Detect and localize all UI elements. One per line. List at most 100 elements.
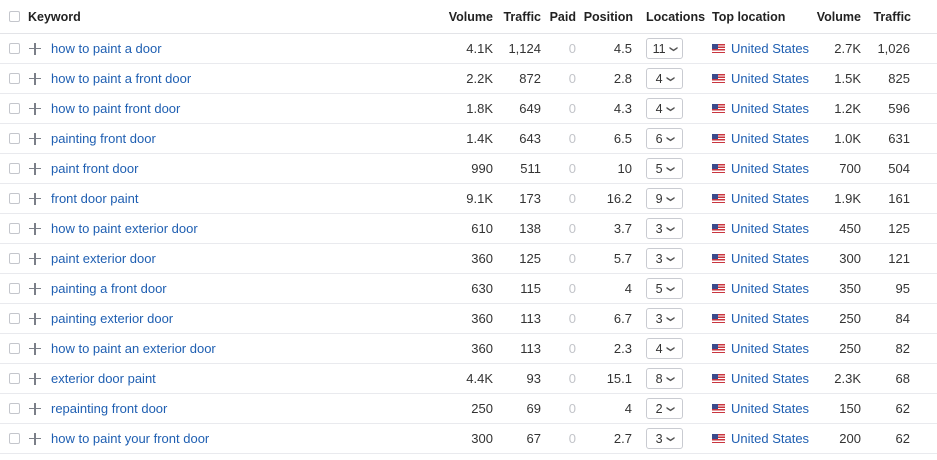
locations-count: 3	[655, 431, 663, 446]
locations-dropdown[interactable]: 4 ❯	[646, 68, 683, 89]
plus-icon[interactable]	[29, 42, 41, 55]
header-volume[interactable]: Volume	[449, 0, 493, 33]
locations-dropdown[interactable]: 5 ❯	[646, 278, 683, 299]
position-cell: 3.7	[613, 221, 632, 236]
keyword-link[interactable]: repainting front door	[51, 401, 167, 416]
us-flag-icon	[712, 254, 725, 263]
top-location-link[interactable]: United States	[731, 431, 809, 446]
keyword-link[interactable]: paint exterior door	[51, 251, 156, 266]
locations-dropdown[interactable]: 3 ❯	[646, 248, 683, 269]
chevron-down-icon: ❯	[665, 75, 675, 82]
table-row: how to paint exterior door 610 138 0 3.7…	[0, 214, 937, 244]
plus-icon[interactable]	[29, 252, 41, 265]
row-checkbox[interactable]	[9, 73, 20, 84]
row-checkbox[interactable]	[9, 403, 20, 414]
locations-dropdown[interactable]: 4 ❯	[646, 338, 683, 359]
plus-icon[interactable]	[29, 132, 41, 145]
row-checkbox[interactable]	[9, 283, 20, 294]
top-location-link[interactable]: United States	[731, 191, 809, 206]
keyword-link[interactable]: how to paint your front door	[51, 431, 209, 446]
chevron-down-icon: ❯	[665, 255, 675, 262]
top-location-link[interactable]: United States	[731, 71, 809, 86]
top-location-traffic-cell: 121	[888, 251, 910, 266]
traffic-cell: 643	[519, 131, 541, 146]
locations-dropdown[interactable]: 9 ❯	[646, 188, 683, 209]
locations-dropdown[interactable]: 4 ❯	[646, 98, 683, 119]
locations-dropdown[interactable]: 5 ❯	[646, 158, 683, 179]
plus-icon[interactable]	[29, 102, 41, 115]
row-checkbox[interactable]	[9, 343, 20, 354]
top-location-link[interactable]: United States	[731, 101, 809, 116]
top-location-cell: United States	[712, 274, 809, 303]
locations-dropdown[interactable]: 11 ❯	[646, 38, 683, 59]
row-checkbox[interactable]	[9, 133, 20, 144]
header-position[interactable]: Position	[584, 0, 633, 33]
plus-icon[interactable]	[29, 402, 41, 415]
row-checkbox[interactable]	[9, 193, 20, 204]
select-all-checkbox[interactable]	[9, 11, 20, 22]
row-checkbox[interactable]	[9, 433, 20, 444]
keyword-link[interactable]: paint front door	[51, 161, 138, 176]
row-checkbox[interactable]	[9, 163, 20, 174]
keyword-link[interactable]: how to paint exterior door	[51, 221, 198, 236]
header-traffic[interactable]: Traffic	[503, 0, 541, 33]
locations-dropdown[interactable]: 2 ❯	[646, 398, 683, 419]
top-location-cell: United States	[712, 184, 809, 213]
row-select-cell	[9, 244, 22, 273]
plus-icon[interactable]	[29, 72, 41, 85]
plus-icon[interactable]	[29, 432, 41, 445]
keyword-link[interactable]: how to paint front door	[51, 101, 180, 116]
row-checkbox[interactable]	[9, 43, 20, 54]
row-checkbox[interactable]	[9, 103, 20, 114]
header-locations[interactable]: Locations	[646, 0, 705, 33]
keyword-link[interactable]: painting exterior door	[51, 311, 173, 326]
locations-count: 8	[655, 371, 663, 386]
chevron-down-icon: ❯	[665, 195, 675, 202]
locations-dropdown[interactable]: 8 ❯	[646, 368, 683, 389]
top-location-link[interactable]: United States	[731, 161, 809, 176]
top-location-link[interactable]: United States	[731, 41, 809, 56]
locations-dropdown[interactable]: 3 ❯	[646, 218, 683, 239]
row-checkbox[interactable]	[9, 253, 20, 264]
top-location-link[interactable]: United States	[731, 131, 809, 146]
row-checkbox[interactable]	[9, 223, 20, 234]
row-checkbox[interactable]	[9, 373, 20, 384]
keyword-link[interactable]: painting a front door	[51, 281, 167, 296]
plus-icon[interactable]	[29, 342, 41, 355]
top-location-link[interactable]: United States	[731, 311, 809, 326]
header-paid[interactable]: Paid	[550, 0, 576, 33]
header-top-location[interactable]: Top location	[712, 0, 785, 33]
top-location-link[interactable]: United States	[731, 341, 809, 356]
top-location-link[interactable]: United States	[731, 401, 809, 416]
plus-icon[interactable]	[29, 222, 41, 235]
keyword-link[interactable]: painting front door	[51, 131, 156, 146]
keyword-link[interactable]: front door paint	[51, 191, 138, 206]
top-location-link[interactable]: United States	[731, 221, 809, 236]
locations-dropdown[interactable]: 6 ❯	[646, 128, 683, 149]
locations-dropdown[interactable]: 3 ❯	[646, 308, 683, 329]
plus-icon[interactable]	[29, 372, 41, 385]
top-location-link[interactable]: United States	[731, 251, 809, 266]
header-traffic-top-location[interactable]: Traffic	[873, 0, 911, 33]
keyword-link[interactable]: how to paint a door	[51, 41, 162, 56]
row-checkbox[interactable]	[9, 313, 20, 324]
plus-icon[interactable]	[29, 162, 41, 175]
position-cell: 4.5	[613, 41, 632, 56]
locations-count: 9	[655, 191, 663, 206]
locations-count: 4	[655, 71, 663, 86]
keyword-link[interactable]: how to paint a front door	[51, 71, 191, 86]
traffic-cell: 69	[526, 401, 541, 416]
plus-icon[interactable]	[29, 282, 41, 295]
locations-dropdown[interactable]: 3 ❯	[646, 428, 683, 449]
top-location-traffic-cell: 68	[895, 371, 910, 386]
plus-icon[interactable]	[29, 312, 41, 325]
row-select-cell	[9, 424, 22, 453]
top-location-link[interactable]: United States	[731, 281, 809, 296]
keyword-link[interactable]: exterior door paint	[51, 371, 156, 386]
traffic-cell: 872	[519, 71, 541, 86]
keyword-link[interactable]: how to paint an exterior door	[51, 341, 216, 356]
plus-icon[interactable]	[29, 192, 41, 205]
top-location-link[interactable]: United States	[731, 371, 809, 386]
header-keyword[interactable]: Keyword	[28, 0, 81, 33]
header-volume-top-location[interactable]: Volume	[817, 0, 861, 33]
